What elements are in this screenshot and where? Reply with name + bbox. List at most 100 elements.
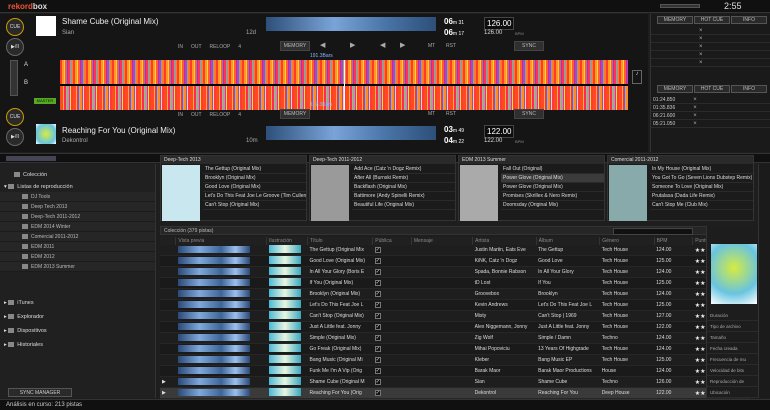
- table-row[interactable]: Brooklyn (Original Mix) ✓ Groovebox Brookly…: [160, 288, 750, 300]
- master-volume-slider[interactable]: [660, 4, 700, 8]
- col-header[interactable]: Ilustración: [266, 237, 308, 245]
- loop-in-button[interactable]: IN: [178, 44, 183, 50]
- memory-cue-row[interactable]: ×: [651, 43, 770, 51]
- loop-out-button[interactable]: OUT: [191, 44, 202, 50]
- deck2-rst[interactable]: RST: [446, 111, 456, 117]
- table-row[interactable]: Good Love (Original Mix) ✓ KiNK, Catz 'n D…: [160, 255, 750, 267]
- delete-icon[interactable]: ×: [699, 60, 703, 66]
- memory-cue-row[interactable]: 05:21.050 ×: [651, 120, 770, 128]
- playlist-track[interactable]: Can't Stop (Original Mix): [203, 201, 306, 210]
- sidebar-playlist-item[interactable]: EDM 2014 Winter: [0, 222, 155, 232]
- col-header[interactable]: Pública: [372, 237, 412, 245]
- public-checkbox[interactable]: ✓: [374, 280, 381, 286]
- public-checkbox[interactable]: ✓: [374, 390, 381, 396]
- playlist-track[interactable]: Power Glove (Original Mix): [501, 174, 604, 183]
- reloop-button[interactable]: RELOOP: [209, 112, 230, 118]
- deck2-sync-button[interactable]: SYNC: [514, 109, 544, 119]
- public-checkbox[interactable]: ✓: [374, 335, 381, 341]
- public-checkbox[interactable]: ✓: [374, 357, 381, 363]
- memory-cue-row[interactable]: ×: [651, 35, 770, 43]
- preview-waveform[interactable]: [177, 300, 250, 308]
- public-check-cell[interactable]: ✓: [372, 343, 412, 355]
- sidebar-playlist-item[interactable]: EDM 2011: [0, 242, 155, 252]
- memory-cue-row[interactable]: 06:21.600 ×: [651, 112, 770, 120]
- col-header[interactable]: BPM: [654, 237, 694, 245]
- delete-icon[interactable]: ×: [693, 97, 697, 103]
- preview-waveform[interactable]: [177, 278, 250, 286]
- public-checkbox[interactable]: ✓: [374, 258, 381, 264]
- table-row[interactable]: Can't Stop (Original Mix) ✓ Misty Can't Sto…: [160, 310, 750, 322]
- col-header[interactable]: Género: [599, 237, 655, 245]
- col-header[interactable]: [160, 237, 177, 245]
- deck1-mt[interactable]: MT: [428, 43, 435, 49]
- public-check-cell[interactable]: ✓: [372, 299, 412, 311]
- public-checkbox[interactable]: ✓: [374, 302, 381, 308]
- col-header[interactable]: Título: [307, 237, 374, 245]
- delete-icon[interactable]: ×: [699, 52, 703, 58]
- search-input[interactable]: [613, 228, 693, 235]
- public-check-cell[interactable]: ✓: [372, 266, 412, 278]
- delete-icon[interactable]: ×: [699, 36, 703, 42]
- playlist-track[interactable]: Can't Stop Me (Club Mix): [650, 201, 753, 210]
- memory-cue-row[interactable]: 01:24.850 ×: [651, 96, 770, 104]
- tab-hot-cue[interactable]: HOT CUE: [694, 85, 730, 93]
- playlist-track[interactable]: Battimore (Andy Spinelli Remix): [352, 192, 455, 201]
- deck1-play-button[interactable]: ▶/II: [6, 38, 24, 56]
- deck1-loop-controls[interactable]: IN OUT RELOOP 4: [178, 43, 247, 50]
- deck2-cue-button[interactable]: CUE: [6, 108, 24, 126]
- preview-waveform[interactable]: [177, 344, 250, 352]
- deck2-panel-tabs[interactable]: MEMORY HOT CUE INFO: [657, 85, 770, 93]
- playlist-track[interactable]: Backflash (Original Mix): [352, 183, 455, 192]
- tab-memory[interactable]: MEMORY: [657, 16, 693, 24]
- deck1-next-icon[interactable]: ▶: [350, 41, 355, 49]
- table-row[interactable]: Funk Me I'm A Vip (Orig ✓ Barak Maor Barak …: [160, 365, 750, 377]
- tab-memory[interactable]: MEMORY: [657, 85, 693, 93]
- sidebar-playlist-item[interactable]: EDM 2013 Summer: [0, 262, 155, 272]
- playlist-track[interactable]: Brooklyn (Original Mix): [203, 174, 306, 183]
- playlist-track[interactable]: You Got To Go (Seven Lions Dubstep Remix…: [650, 174, 753, 183]
- table-row[interactable]: Bang Music (Original Mi ✓ Kleber Bang Music…: [160, 354, 750, 366]
- delete-icon[interactable]: ×: [693, 121, 697, 127]
- public-checkbox[interactable]: ✓: [374, 346, 381, 352]
- public-check-cell[interactable]: ✓: [372, 365, 412, 377]
- public-check-cell[interactable]: ✓: [372, 255, 412, 267]
- playlist-track[interactable]: Doomsday (Original Mix): [501, 201, 604, 210]
- deck1-cue-prev-icon[interactable]: ◀: [380, 41, 385, 49]
- delete-icon[interactable]: ×: [693, 113, 697, 119]
- sidebar-explorer[interactable]: ▸ Explorador: [0, 312, 155, 326]
- layout-switcher[interactable]: [6, 156, 56, 161]
- playlist-track[interactable]: Power Glove (Original Mix): [501, 183, 604, 192]
- sidebar-playlist-item[interactable]: DJ Tools: [0, 192, 155, 202]
- loop-size[interactable]: 4: [238, 112, 241, 118]
- col-header[interactable]: Artista: [472, 237, 537, 245]
- public-check-cell[interactable]: ✓: [372, 332, 412, 344]
- public-check-cell[interactable]: ✓: [372, 288, 412, 300]
- loop-in-button[interactable]: IN: [178, 112, 183, 118]
- sidebar-playlist-item[interactable]: Deep-Tech 2011-2012: [0, 212, 155, 222]
- public-checkbox[interactable]: ✓: [374, 291, 381, 297]
- memory-cue-row[interactable]: ×: [651, 59, 770, 67]
- delete-icon[interactable]: ×: [699, 28, 703, 34]
- preview-waveform[interactable]: [177, 289, 250, 297]
- preview-waveform[interactable]: [177, 267, 250, 275]
- sidebar-playlists[interactable]: ▾ Listas de reproducción: [0, 182, 155, 192]
- playlist-track[interactable]: Let's Do This Feat Joe Le Groove (Tim Cu…: [203, 192, 306, 201]
- quantize-icon[interactable]: ♪: [632, 70, 642, 84]
- deck1-rst[interactable]: RST: [446, 43, 456, 49]
- deck2-overview-waveform[interactable]: [266, 126, 436, 140]
- preview-waveform[interactable]: [177, 377, 250, 385]
- sidebar-history[interactable]: ▸ Historiales: [0, 340, 155, 354]
- tab-info[interactable]: INFO: [731, 85, 767, 93]
- master-button[interactable]: MASTER: [34, 98, 56, 104]
- playlist-track[interactable]: In My House (Original Mix): [650, 165, 753, 174]
- side-tools[interactable]: [758, 164, 770, 398]
- sidebar-devices[interactable]: ▸ Dispositivos: [0, 326, 155, 340]
- table-row[interactable]: Just A Little feat. Jonny ✓ Alex Niggemann…: [160, 321, 750, 333]
- deck1-sync-button[interactable]: SYNC: [514, 41, 544, 51]
- deck2-mt[interactable]: MT: [428, 111, 435, 117]
- col-header[interactable]: Mensaje: [411, 237, 474, 245]
- preview-waveform[interactable]: [177, 333, 250, 341]
- public-checkbox[interactable]: ✓: [374, 269, 381, 275]
- deck1-memory-button[interactable]: MEMORY: [280, 41, 310, 51]
- table-row[interactable]: Simple (Original Mix) ✓ Zig Wolf Simple / D…: [160, 332, 750, 344]
